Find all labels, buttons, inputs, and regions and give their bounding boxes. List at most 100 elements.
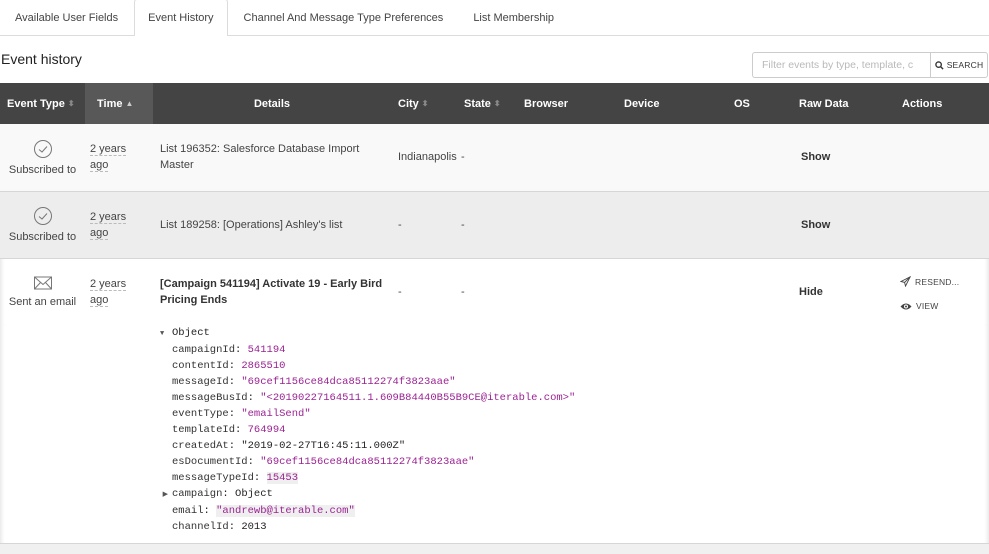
- expanded-triangle-icon: ▼: [160, 330, 165, 338]
- col-label: City: [398, 97, 419, 110]
- tab-available-user-fields[interactable]: Available User Fields: [0, 0, 132, 35]
- field-value: 15453: [266, 472, 299, 484]
- table-row: Subscribed to 2 years ago List 196352: S…: [0, 124, 989, 191]
- field-separator: :: [247, 456, 261, 468]
- time-line2[interactable]: ago: [90, 293, 109, 307]
- table-header: Event Type ⬍ Time ▲ Details City ⬍ State ⬍ B…: [0, 83, 989, 124]
- device-cell: [616, 191, 709, 258]
- details-cell: List 196352: Salesforce Database Import …: [160, 143, 360, 172]
- actions-cell: RESEND... VIEW: [877, 258, 989, 325]
- tab-bar: Available User Fields Event History Chan…: [0, 0, 989, 36]
- field-separator: :: [253, 472, 267, 484]
- browser-cell: [524, 258, 616, 325]
- event-type-label: Subscribed to: [8, 231, 77, 243]
- col-header-time[interactable]: Time ▲: [85, 83, 153, 124]
- table-row: Sent an email 2 years ago [Campaign 5411…: [0, 258, 989, 325]
- field-separator: :: [228, 408, 242, 420]
- col-label: Event Type: [7, 97, 65, 110]
- time-cell: 2 years ago: [85, 258, 153, 325]
- search-icon: [934, 60, 944, 70]
- state-cell: -: [461, 151, 465, 164]
- object-field-esDocumentId: esDocumentId: "69cef1156ce84dca85112274f…: [160, 454, 989, 470]
- resend-button[interactable]: RESEND...: [900, 276, 982, 288]
- time-cell: 2 years ago: [85, 191, 153, 258]
- event-type-label: Sent an email: [8, 296, 77, 309]
- field-key: eventType: [172, 408, 229, 420]
- field-value: "andrewb@iterable.com": [216, 505, 355, 517]
- object-root-label: Object: [172, 327, 210, 339]
- os-cell: [709, 191, 787, 258]
- event-type-label: Subscribed to: [8, 163, 77, 176]
- col-label: Browser: [524, 97, 569, 110]
- tab-channel-message-type-preferences[interactable]: Channel And Message Type Preferences: [230, 0, 458, 35]
- sort-asc-icon: ▲: [125, 98, 134, 108]
- col-label: OS: [734, 97, 750, 110]
- col-header-device: Device: [616, 83, 709, 124]
- field-value: 541194: [247, 344, 286, 356]
- details-cell: List 189258: [Operations] Ashley's list: [160, 218, 343, 231]
- col-header-event-type[interactable]: Event Type ⬍: [0, 83, 85, 124]
- tab-event-history[interactable]: Event History: [134, 0, 228, 36]
- field-key: templateId: [172, 424, 236, 436]
- show-raw-data-link[interactable]: Show: [794, 151, 830, 163]
- time-line1[interactable]: 2 years: [90, 210, 127, 224]
- field-key: createdAt: [172, 440, 229, 452]
- show-raw-data-link[interactable]: Show: [794, 219, 830, 231]
- field-value: Object: [235, 488, 273, 500]
- col-label: Device: [624, 97, 660, 110]
- actions-cell: [877, 191, 989, 258]
- col-label: Actions: [902, 97, 943, 110]
- col-header-city[interactable]: City ⬍: [391, 83, 457, 124]
- field-separator: :: [228, 440, 242, 452]
- field-key: messageBusId: [172, 392, 248, 404]
- col-label: Raw Data: [799, 97, 849, 110]
- object-field-eventType: eventType: "emailSend": [160, 406, 989, 422]
- event-history-table: Event Type ⬍ Time ▲ Details City ⬍ State ⬍ B…: [0, 83, 989, 544]
- city-cell: -: [398, 285, 402, 298]
- field-separator: :: [235, 344, 248, 356]
- search-group: SEARCH: [752, 52, 988, 78]
- field-separator: :: [247, 392, 261, 404]
- time-cell: 2 years ago: [85, 124, 153, 191]
- event-type-cell: Subscribed to: [0, 191, 85, 258]
- hide-raw-data-link[interactable]: Hide: [794, 286, 823, 298]
- resend-label: RESEND...: [915, 276, 960, 287]
- object-root[interactable]: ▼ Object: [160, 325, 989, 342]
- view-button[interactable]: VIEW: [900, 301, 982, 311]
- field-key: email: [172, 505, 204, 517]
- field-value: "<20190227164511.1.609B84440B55B9CE@iter…: [260, 392, 576, 404]
- col-header-raw-data: Raw Data: [787, 83, 877, 124]
- filter-events-input[interactable]: [752, 52, 930, 78]
- field-value: "69cef1156ce84dca85112274f3823aae": [260, 456, 475, 468]
- sort-icon: ⬍: [493, 98, 501, 108]
- field-key: messageId: [172, 376, 229, 388]
- object-field-campaignId: campaignId: 541194: [160, 342, 989, 358]
- col-label: State: [464, 97, 491, 110]
- col-header-state[interactable]: State ⬍: [457, 83, 524, 124]
- object-field-campaign[interactable]: ▶ campaign: Object: [160, 486, 989, 503]
- object-field-templateId: templateId: 764994: [160, 422, 989, 438]
- page-title: Event history: [1, 51, 82, 67]
- time-line1[interactable]: 2 years: [90, 143, 127, 157]
- collapsed-triangle-icon: ▶: [162, 491, 168, 499]
- field-value: 2013: [241, 521, 267, 533]
- search-button[interactable]: SEARCH: [930, 52, 988, 78]
- city-cell: -: [398, 218, 402, 231]
- table-row: Subscribed to 2 years ago List 189258: […: [0, 191, 989, 258]
- time-line2[interactable]: ago: [90, 159, 109, 173]
- event-type-cell: Subscribed to: [0, 124, 85, 191]
- tab-list-membership[interactable]: List Membership: [459, 0, 568, 35]
- object-field-messageBusId: messageBusId: "<20190227164511.1.609B844…: [160, 390, 989, 406]
- time-line2[interactable]: ago: [90, 226, 109, 240]
- field-separator: :: [235, 424, 248, 436]
- field-separator: :: [228, 376, 242, 388]
- col-header-details: Details: [153, 83, 391, 124]
- time-line1[interactable]: 2 years: [90, 277, 127, 291]
- actions-cell: [877, 124, 989, 191]
- state-cell: -: [461, 285, 465, 298]
- object-field-email: email: "andrewb@iterable.com": [160, 503, 989, 519]
- field-value: "2019-02-27T16:45:11.000Z": [241, 440, 406, 452]
- raw-data-cell: Show: [787, 124, 877, 191]
- object-field-contentId: contentId: 2865510: [160, 358, 989, 374]
- sort-icon: ⬍: [67, 98, 75, 108]
